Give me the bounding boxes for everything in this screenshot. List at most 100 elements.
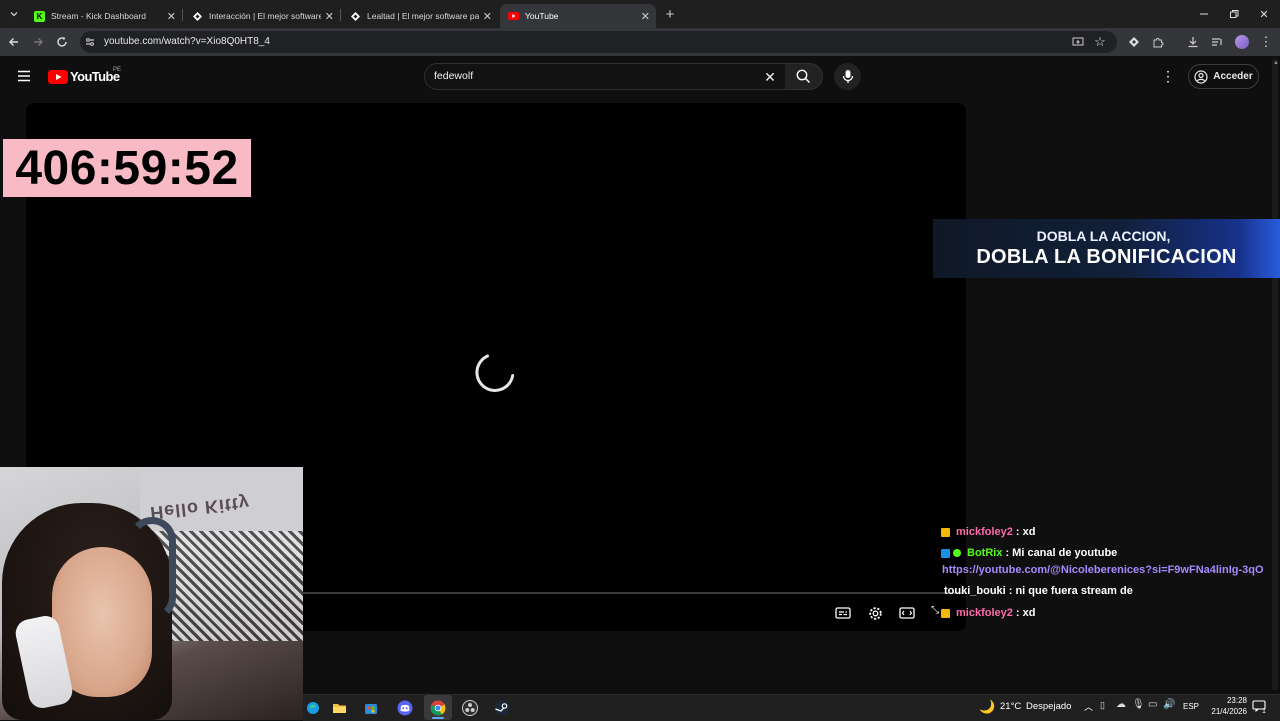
clock-date: 21/4/2026 <box>1211 707 1247 716</box>
chat-message: mickfoley2 : xd <box>941 607 1035 619</box>
profile-avatar[interactable] <box>1235 35 1249 49</box>
chat-link[interactable]: https://youtube.com/@Nicoleberenices?si=… <box>942 564 1264 576</box>
tab-title: Lealtad | El mejor software para <box>367 11 479 21</box>
account-icon <box>1194 69 1208 84</box>
microphone-tray-icon[interactable]: 🎙 <box>1132 699 1145 710</box>
site-info-icon[interactable] <box>80 32 100 52</box>
subtitles-icon[interactable] <box>833 603 853 623</box>
bot-badge-icon <box>941 548 950 558</box>
chat-text: : xd <box>1015 607 1036 619</box>
reload-icon[interactable] <box>52 32 72 52</box>
youtube-icon <box>508 11 519 22</box>
botrix-icon <box>350 11 361 22</box>
chat-text: : xd <box>1015 526 1036 538</box>
search-button[interactable] <box>785 63 823 90</box>
notification-count-badge: 1 <box>1262 708 1266 715</box>
tab-kick-dashboard[interactable]: K Stream - Kick Dashboard ✕ <box>26 4 182 28</box>
weather-moon-icon[interactable]: 🌙 <box>979 699 995 715</box>
botrix-icon <box>192 11 203 22</box>
chat-message: BotRix : Mi canal de youtube <box>941 547 1117 559</box>
download-icon[interactable] <box>1183 32 1203 52</box>
chat-overlay: mickfoley2 : xd BotRix : Mi canal de you… <box>936 526 1280 627</box>
install-app-icon[interactable] <box>1068 32 1088 52</box>
restore-icon[interactable] <box>1224 4 1244 24</box>
bookmark-star-icon[interactable]: ☆ <box>1090 32 1110 52</box>
extension-diamond-icon[interactable] <box>1124 32 1144 52</box>
search-input[interactable]: fedewolf <box>434 70 473 82</box>
hamburger-menu-icon[interactable] <box>14 66 34 86</box>
signin-label: Acceder <box>1213 71 1253 82</box>
signin-button[interactable]: Acceder <box>1188 64 1259 89</box>
forward-icon[interactable] <box>28 32 48 52</box>
youtube-logo[interactable]: YouTube <box>48 69 120 84</box>
tab-title: Stream - Kick Dashboard <box>51 11 146 21</box>
new-tab-icon[interactable]: + <box>660 4 680 24</box>
microsoft-store-icon[interactable] <box>360 697 382 719</box>
close-tab-icon[interactable]: ✕ <box>167 10 176 23</box>
close-tab-icon[interactable]: ✕ <box>325 10 334 23</box>
back-icon[interactable] <box>4 32 24 52</box>
tab-lealtad[interactable]: Lealtad | El mejor software para ✕ <box>342 4 498 28</box>
chat-message: https://youtube.com/@Nicoleberenices?si=… <box>942 564 1264 576</box>
chat-message: mickfoley2 : xd <box>941 526 1035 538</box>
clock[interactable]: 23:28 21/4/2026 <box>1203 695 1247 717</box>
tab-title: YouTube <box>525 11 559 21</box>
edge-icon[interactable] <box>302 697 324 719</box>
promo-banner: DOBLA LA ACCION, DOBLA LA BONIFICACION <box>933 219 1280 278</box>
region-code: PE <box>113 67 122 73</box>
clear-search-icon[interactable]: ✕ <box>760 67 780 87</box>
chrome-menu-icon[interactable]: ⋮ <box>1256 32 1276 52</box>
clock-time: 23:28 <box>1226 696 1247 705</box>
obs-icon[interactable] <box>459 697 481 719</box>
crown-badge-icon <box>941 608 950 618</box>
steam-icon[interactable] <box>491 697 513 719</box>
extensions-puzzle-icon[interactable] <box>1148 32 1168 52</box>
loading-spinner-icon <box>472 347 520 395</box>
active-app-indicator <box>432 717 444 719</box>
network-icon[interactable]: ▭ <box>1148 699 1157 710</box>
headset <box>128 517 176 621</box>
language-indicator[interactable]: ESP <box>1183 702 1199 711</box>
file-explorer-icon[interactable] <box>328 697 350 719</box>
chat-text: : Mi canal de youtube <box>1005 547 1118 559</box>
chat-username: touki_bouki <box>944 585 1006 597</box>
crown-badge-icon <box>941 527 950 537</box>
discord-icon[interactable] <box>394 697 416 719</box>
chat-username: BotRix <box>967 547 1003 559</box>
weather-temperature[interactable]: 21°C <box>1000 701 1021 712</box>
tab-separator <box>182 9 183 21</box>
chrome-icon[interactable] <box>427 697 449 719</box>
microphone-icon <box>842 70 853 83</box>
theater-mode-icon[interactable] <box>897 603 917 623</box>
verified-badge-icon <box>953 549 961 557</box>
settings-gear-icon[interactable] <box>865 603 885 623</box>
chat-message: touki_bouki : ni que fuera stream de <box>944 585 1133 597</box>
minimize-icon[interactable] <box>1194 4 1214 24</box>
weather-description[interactable]: Despejado <box>1026 701 1071 712</box>
close-tab-icon[interactable]: ✕ <box>483 10 492 23</box>
promo-line-2: DOBLA LA BONIFICACION <box>976 246 1237 268</box>
webcam-feed: Hello Kitty <box>0 467 303 720</box>
media-controls-icon[interactable] <box>1207 32 1227 52</box>
search-box[interactable] <box>424 63 786 90</box>
stream-timer: 406:59:52 <box>3 139 251 197</box>
chat-username: mickfoley2 <box>956 607 1013 619</box>
volume-icon[interactable]: 🔊 <box>1163 699 1175 710</box>
search-icon <box>796 69 811 84</box>
youtube-logo-icon <box>48 69 68 84</box>
onedrive-icon[interactable]: ☁ <box>1116 699 1126 710</box>
tab-separator <box>340 9 341 21</box>
tray-app-icon[interactable]: ▯ <box>1100 700 1105 711</box>
tab-youtube[interactable]: YouTube ✕ <box>500 4 656 28</box>
close-window-icon[interactable]: ✕ <box>1254 4 1274 24</box>
kick-icon: K <box>34 10 45 22</box>
url-text[interactable]: youtube.com/watch?v=Xio8Q0HT8_4 <box>104 36 270 47</box>
show-hidden-icons-chevron-icon[interactable]: ︿ <box>1084 700 1093 713</box>
chat-text: : ni que fuera stream de <box>1008 585 1133 597</box>
tab-title: Interacción | El mejor software para <box>209 11 321 21</box>
tab-interaccion[interactable]: Interacción | El mejor software para ✕ <box>184 4 340 28</box>
voice-search-button[interactable] <box>834 63 861 90</box>
close-tab-icon[interactable]: ✕ <box>641 10 650 23</box>
settings-more-icon[interactable]: ⋮ <box>1158 66 1178 86</box>
tab-search-icon[interactable] <box>4 4 24 24</box>
